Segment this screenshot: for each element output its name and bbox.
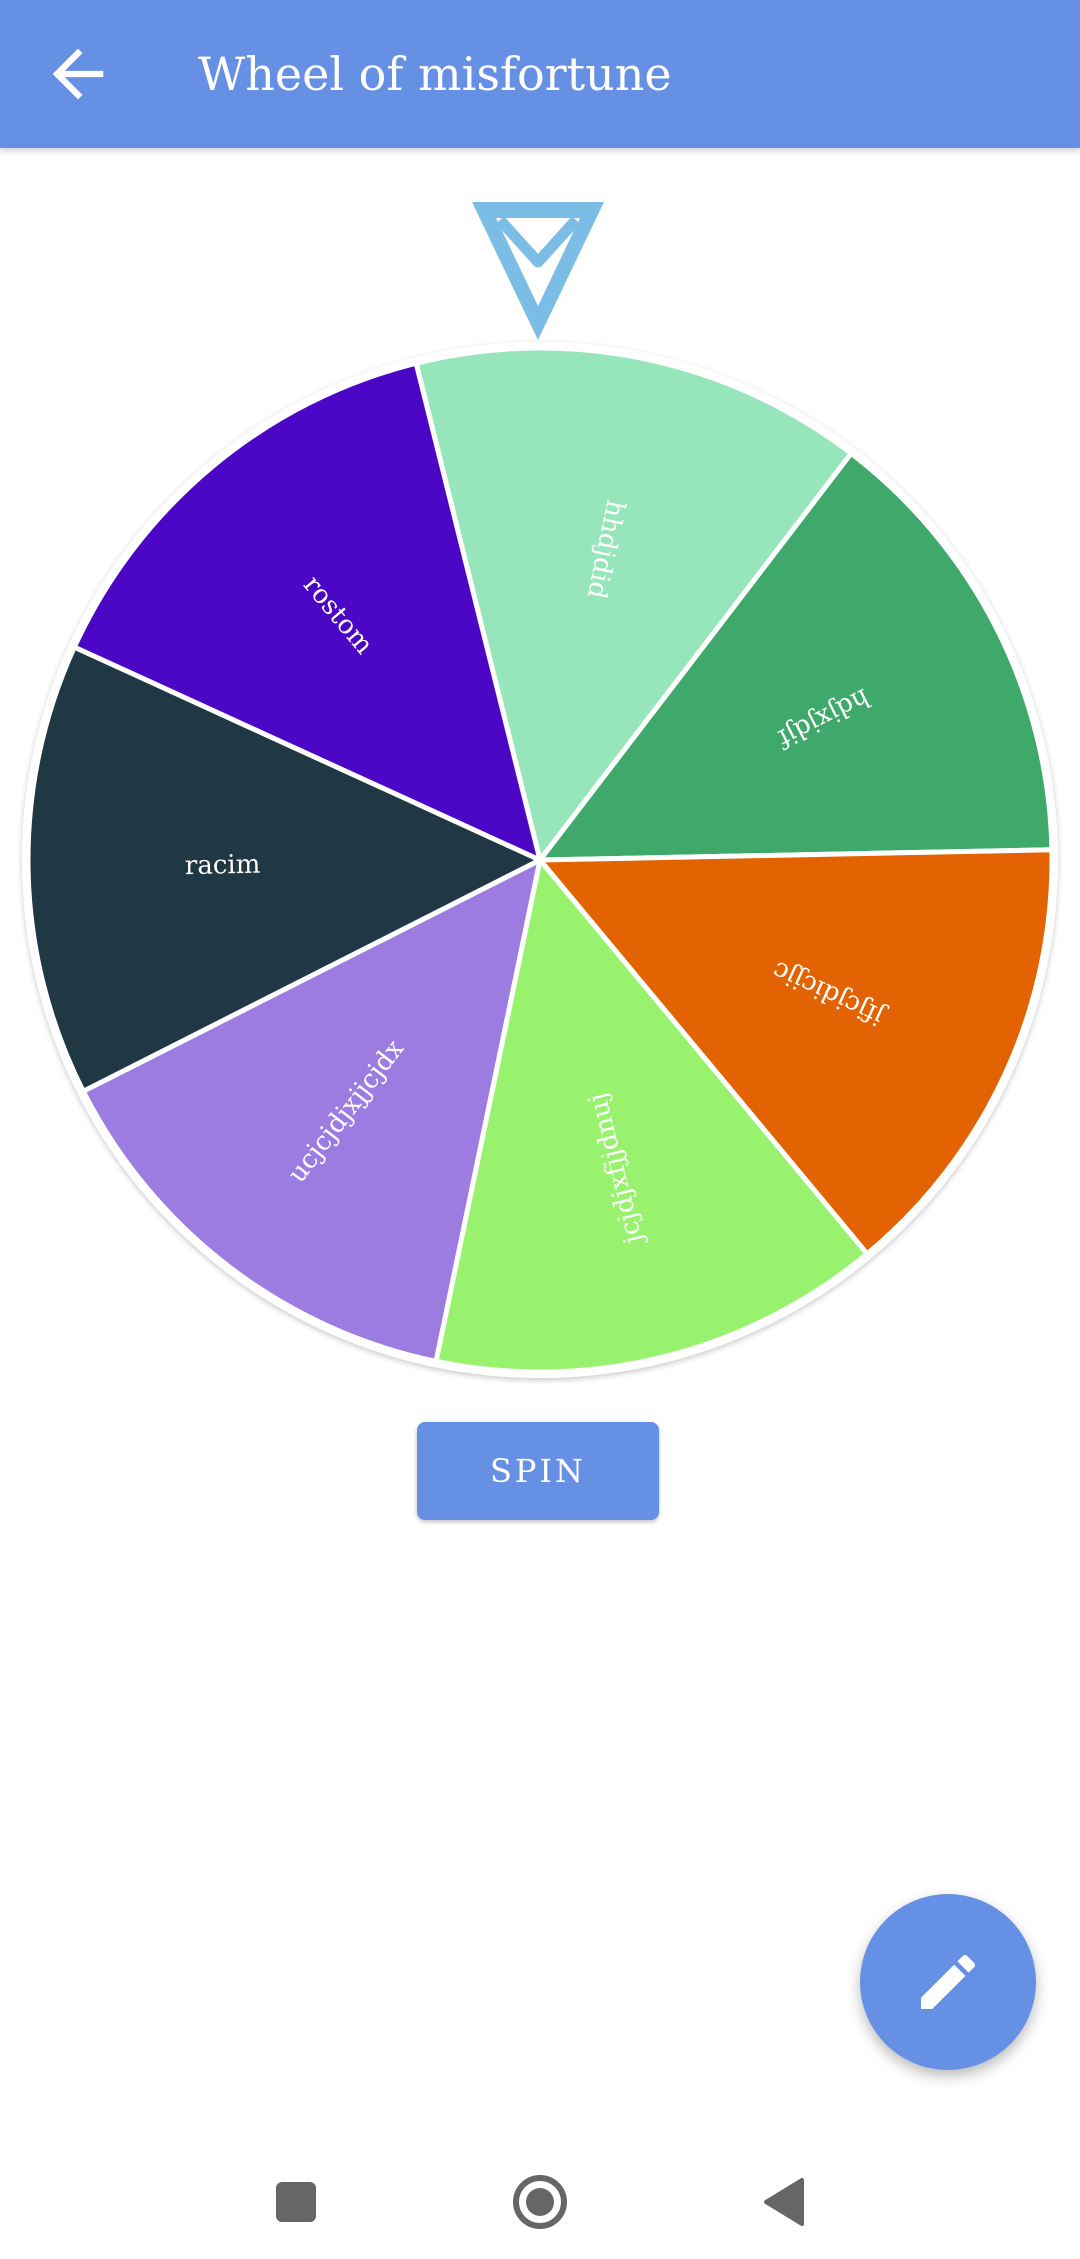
wheel-container: hhdjdid hdjxjdjf jfjcjdicjjc jcjdjxfjjdnuj u… xyxy=(0,190,1080,1390)
home-button[interactable] xyxy=(500,2162,580,2242)
system-back-button[interactable] xyxy=(744,2162,824,2242)
back-button[interactable] xyxy=(40,36,116,112)
triangle-back-icon xyxy=(764,2178,804,2226)
circle-home-icon xyxy=(513,2175,567,2229)
wheel-segment-label: racim xyxy=(185,850,261,881)
page-title: Wheel of misfortune xyxy=(198,47,672,101)
pencil-icon xyxy=(921,1954,976,2009)
arrow-left-icon xyxy=(52,48,104,100)
system-nav-bar xyxy=(0,2140,1080,2259)
wheel-svg: hhdjdidhdjxjdjfjfjcjdicjjcjcjdjxfjjdnuju… xyxy=(22,202,1058,1378)
square-icon xyxy=(276,2182,316,2222)
wheel[interactable]: hhdjdidhdjxjdjfjfjcjdicjjcjcjdjxfjjdnuju… xyxy=(25,345,1055,1375)
spin-button[interactable]: SPIN xyxy=(417,1422,659,1520)
edit-fab-button[interactable] xyxy=(860,1894,1036,2070)
app-bar: Wheel of misfortune xyxy=(0,0,1080,148)
recents-button[interactable] xyxy=(256,2162,336,2242)
